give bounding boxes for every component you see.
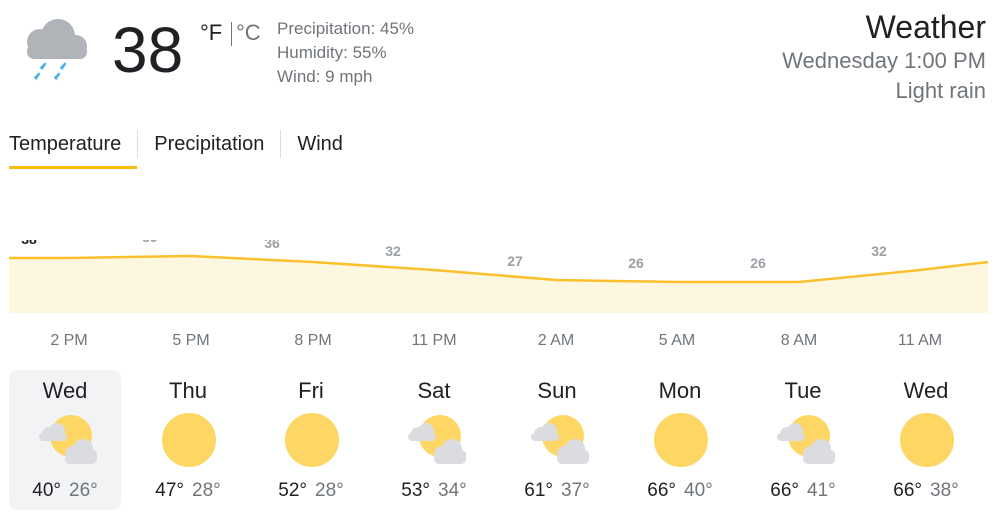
chart-tabs: Temperature Precipitation Wind	[9, 123, 359, 169]
forecast-day[interactable]: Fri 52° 28°	[255, 370, 367, 510]
tab-temperature[interactable]: Temperature	[9, 129, 138, 169]
day-temps: 61° 37°	[501, 480, 613, 502]
condition: Light rain	[895, 78, 986, 103]
celsius-toggle[interactable]: °C	[236, 20, 261, 46]
day-name: Sat	[417, 378, 451, 403]
tab-precipitation[interactable]: Precipitation	[138, 129, 280, 159]
rain-cloud-icon	[14, 14, 94, 84]
time-axis: 2 PM 5 PM 8 PM 11 PM 2 AM 5 AM 8 AM 11 AM	[0, 332, 1000, 352]
time-label: 8 PM	[294, 332, 332, 349]
temperature-value-label: 36	[264, 240, 280, 251]
humidity-detail: Humidity: 55%	[277, 43, 387, 62]
day-name: Mon	[658, 378, 702, 403]
day-temps: 47° 28°	[132, 480, 244, 502]
high-temp: 52°	[278, 480, 307, 501]
low-temp: 38°	[930, 480, 959, 501]
day-name: Thu	[169, 378, 207, 403]
forecast-day[interactable]: Wed 40° 26°	[9, 370, 121, 510]
day-name: Wed	[903, 378, 949, 403]
day-temps: 66° 38°	[870, 480, 982, 502]
current-temperature: 38	[112, 14, 184, 86]
partly-cloudy-icon	[35, 412, 98, 468]
time-label: 11 PM	[411, 332, 457, 349]
partly-cloudy-icon	[404, 412, 467, 468]
day-time: Wednesday 1:00 PM	[782, 48, 986, 73]
temperature-value-label: 26	[628, 255, 644, 271]
day-name: Tue	[784, 378, 822, 403]
page-title: Weather	[865, 9, 986, 45]
time-label: 8 AM	[780, 332, 818, 349]
day-name: Wed	[42, 378, 88, 403]
temperature-value-label: 27	[507, 253, 523, 269]
temperature-value-label: 32	[871, 243, 887, 259]
forecast-day[interactable]: Mon 66° 40°	[624, 370, 736, 510]
low-temp: 40°	[684, 480, 713, 501]
high-temp: 66°	[647, 480, 676, 501]
fahrenheit-toggle[interactable]: °F	[200, 20, 222, 46]
low-temp: 41°	[807, 480, 836, 501]
day-temps: 66° 41°	[747, 480, 859, 502]
forecast-day[interactable]: Sat 53° 34°	[378, 370, 490, 510]
weather-header: Weather Wednesday 1:00 PM Light rain	[782, 8, 986, 106]
temperature-value-label: 26	[750, 255, 766, 271]
temperature-value-label: 39	[142, 240, 158, 245]
unit-divider	[231, 22, 232, 46]
high-temp: 66°	[770, 480, 799, 501]
time-label: 2 PM	[50, 332, 88, 349]
sunny-icon	[896, 412, 958, 468]
sunny-icon	[281, 412, 343, 468]
forecast-day[interactable]: Sun 61° 37°	[501, 370, 613, 510]
high-temp: 53°	[401, 480, 430, 501]
temperature-value-label: 38	[21, 240, 37, 247]
day-temps: 40° 26°	[9, 480, 121, 502]
low-temp: 26°	[69, 480, 98, 501]
temperature-area	[9, 256, 988, 313]
weather-details: Precipitation: 45% Humidity: 55% Wind: 9…	[277, 17, 414, 89]
day-name: Sun	[537, 378, 577, 403]
high-temp: 40°	[32, 480, 61, 501]
sunny-icon	[650, 412, 712, 468]
day-name: Fri	[298, 378, 324, 403]
sunny-icon	[158, 412, 220, 468]
wind-detail: Wind: 9 mph	[277, 67, 373, 86]
day-temps: 53° 34°	[378, 480, 490, 502]
forecast-day[interactable]: Tue 66° 41°	[747, 370, 859, 510]
day-temps: 66° 40°	[624, 480, 736, 502]
low-temp: 34°	[438, 480, 467, 501]
time-label: 2 AM	[537, 332, 575, 349]
high-temp: 47°	[155, 480, 184, 501]
daily-forecast: Wed 40° 26° Thu 47° 28° Fri 52° 28° Sat 53° 34° Sun 6…	[9, 370, 991, 510]
forecast-day[interactable]: Wed 66° 38°	[870, 370, 982, 510]
precipitation-detail: Precipitation: 45%	[277, 19, 415, 38]
low-temp: 37°	[561, 480, 590, 501]
partly-cloudy-icon	[773, 412, 836, 468]
high-temp: 66°	[893, 480, 922, 501]
temperature-chart: 38 39 36 32 27 26 26 32	[9, 240, 989, 313]
low-temp: 28°	[315, 480, 344, 501]
time-label: 5 AM	[658, 332, 696, 349]
forecast-day[interactable]: Thu 47° 28°	[132, 370, 244, 510]
partly-cloudy-icon	[527, 412, 590, 468]
high-temp: 61°	[524, 480, 553, 501]
time-label: 5 PM	[172, 332, 210, 349]
temperature-value-label: 32	[385, 243, 401, 259]
day-temps: 52° 28°	[255, 480, 367, 502]
low-temp: 28°	[192, 480, 221, 501]
time-label: 11 AM	[897, 332, 943, 349]
tab-wind[interactable]: Wind	[281, 129, 359, 159]
